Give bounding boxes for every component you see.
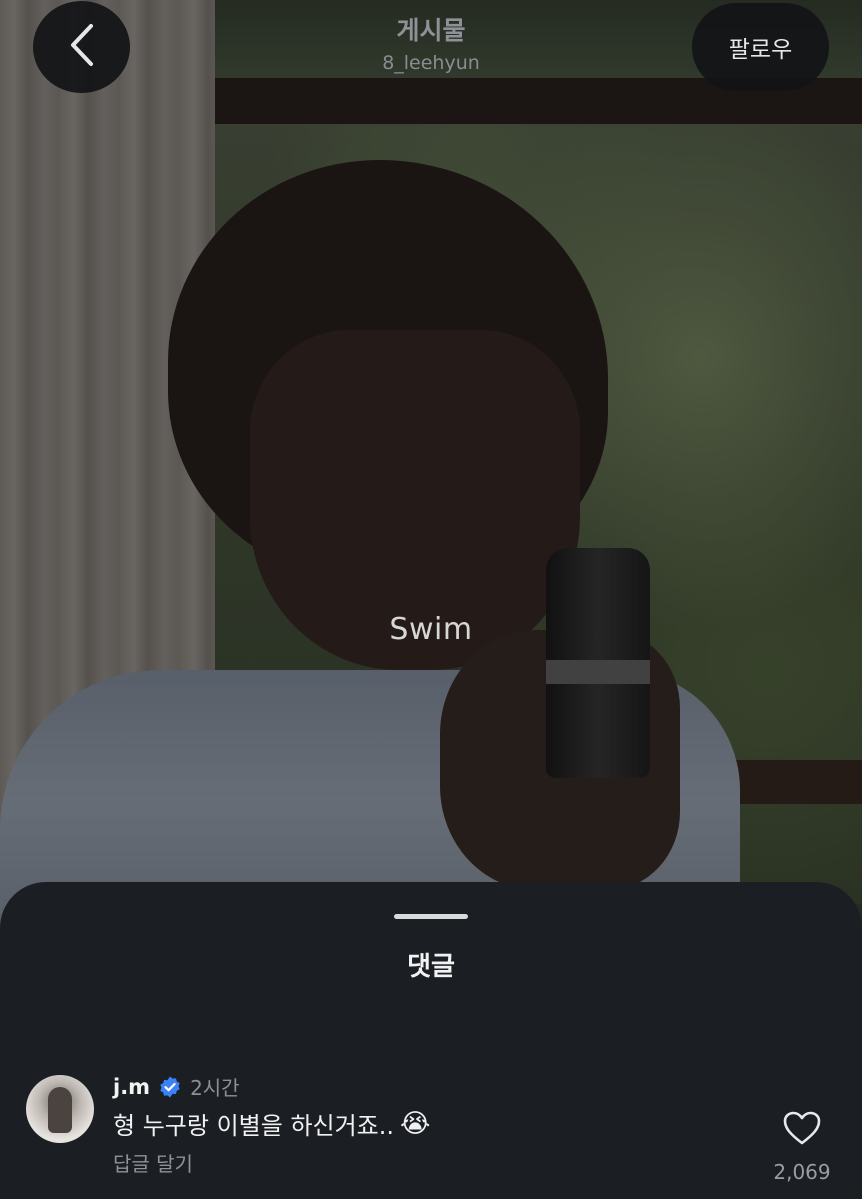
like-count: 2,069 — [773, 1160, 831, 1184]
like-button[interactable] — [782, 1110, 822, 1146]
comments-sheet: 댓글 j.m 2시간 형 누구랑 이별을 하신거죠.. 😭 답글 달기 2,06… — [0, 882, 862, 1199]
chevron-left-icon — [67, 23, 97, 71]
avatar-figure — [48, 1087, 72, 1133]
follow-button[interactable]: 팔로우 — [692, 3, 829, 91]
reply-button[interactable]: 답글 달기 — [113, 1148, 193, 1177]
verified-badge-icon — [158, 1075, 182, 1099]
back-button[interactable] — [33, 1, 130, 93]
crying-emoji-icon: 😭 — [400, 1108, 431, 1139]
comment-timestamp: 2시간 — [190, 1076, 240, 1100]
comment-text: 형 누구랑 이별을 하신거죠.. — [113, 1112, 395, 1140]
page-title: 게시물 — [396, 16, 466, 45]
sheet-grabber[interactable] — [394, 914, 468, 919]
comment-body: 형 누구랑 이별을 하신거죠.. 😭 — [113, 1106, 430, 1141]
heart-outline-icon — [782, 1110, 822, 1146]
header-title-block: 게시물 8_leehyun — [231, 14, 631, 78]
post-screen: Swim 게시물 8_leehyun 팔로우 댓글 j.m 2시간 형 누구랑 … — [0, 0, 862, 1199]
comment-item: j.m 2시간 형 누구랑 이별을 하신거죠.. 😭 답글 달기 2,069 — [0, 1072, 862, 1199]
avatar[interactable] — [26, 1075, 94, 1143]
sheet-title: 댓글 — [407, 952, 455, 982]
comment-username[interactable]: j.m — [113, 1075, 150, 1099]
comment-header: j.m 2시간 — [113, 1072, 240, 1101]
header-username[interactable]: 8_leehyun — [231, 48, 631, 78]
video-caption: Swim — [389, 612, 473, 647]
